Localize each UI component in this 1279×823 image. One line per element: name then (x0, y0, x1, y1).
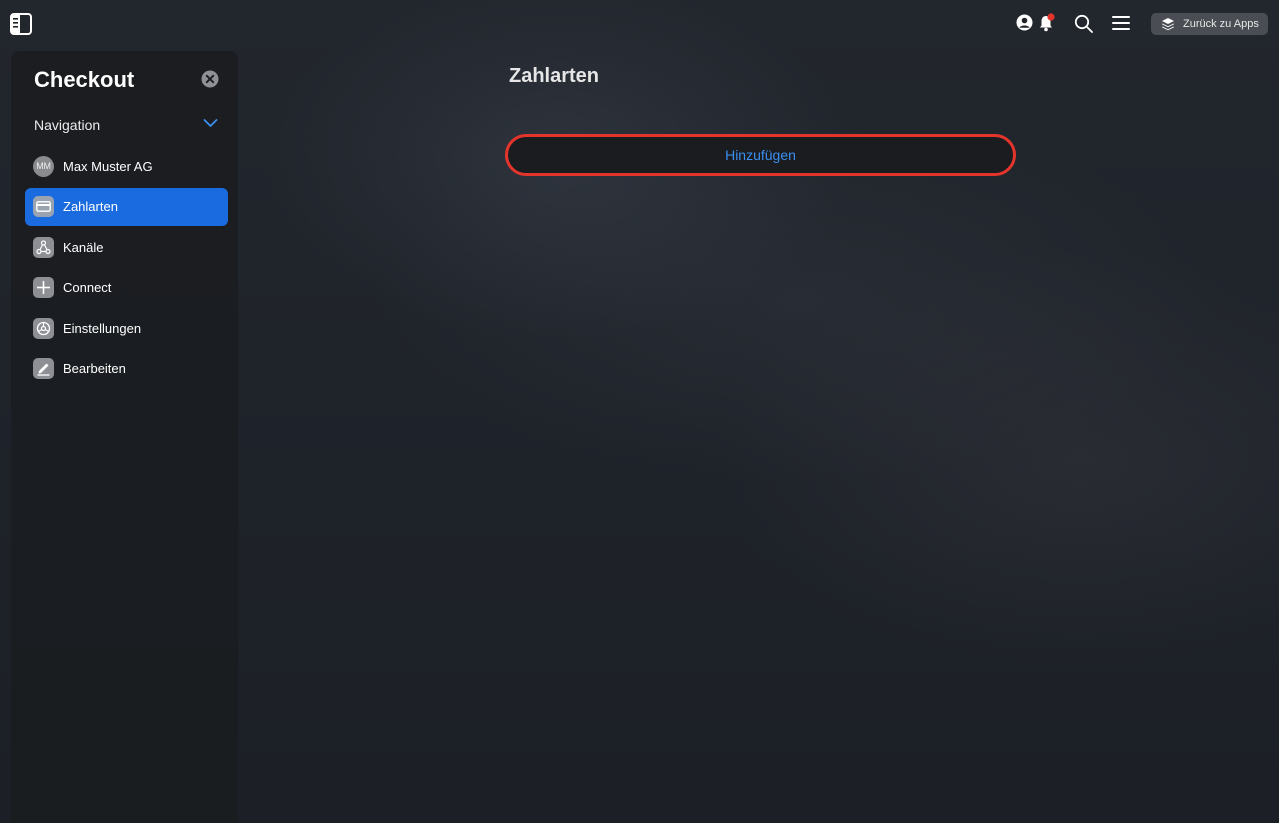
sidebar-item-bearbeiten[interactable]: Bearbeiten (25, 350, 228, 388)
sidebar: Checkout Navigation MM Max Muster AG Zah… (11, 51, 238, 823)
edit-icon (33, 358, 54, 379)
sidebar-item-label: Max Muster AG (63, 158, 153, 174)
sidebar-item-einstellungen[interactable]: Einstellungen (25, 309, 228, 347)
settings-icon (33, 317, 54, 339)
sidebar-item-max-muster-ag[interactable]: MM Max Muster AG (25, 147, 228, 185)
layers-icon (1162, 18, 1174, 31)
add-button-label: Hinzufügen (725, 147, 796, 163)
sidebar-item-label: Connect (63, 280, 112, 295)
sidebar-item-kanaele[interactable]: Kanäle (25, 228, 228, 266)
back-to-apps-button[interactable]: Zurück zu Apps (1151, 13, 1268, 35)
bell-icon[interactable] (1038, 13, 1056, 33)
chevron-down-icon[interactable] (203, 118, 218, 128)
credit-card-icon (33, 196, 54, 217)
sidebar-item-connect[interactable]: Connect (25, 269, 228, 307)
hamburger-menu-icon[interactable] (1112, 15, 1130, 31)
plus-icon (33, 277, 54, 298)
sidebar-toggle-icon[interactable] (10, 13, 32, 35)
close-icon[interactable] (201, 70, 219, 88)
page-title: Zahlarten (509, 65, 600, 87)
notification-dot (1047, 13, 1055, 21)
add-button[interactable]: Hinzufügen (505, 134, 1016, 176)
sidebar-item-label: Kanäle (63, 239, 104, 255)
back-to-apps-label: Zurück zu Apps (1183, 18, 1259, 30)
channels-icon (33, 236, 54, 258)
sidebar-item-zahlarten[interactable]: Zahlarten (25, 187, 228, 226)
top-bar: Zurück zu Apps (0, 0, 1279, 48)
sidebar-item-label: Zahlarten (63, 199, 118, 214)
sidebar-item-label: Bearbeiten (63, 361, 126, 376)
avatar: MM (33, 155, 54, 177)
sidebar-item-label: Einstellungen (63, 320, 142, 336)
sidebar-title: Checkout (34, 67, 135, 92)
sidebar-nav-list: MM Max Muster AG Zahlarten Kanäle Connec… (25, 147, 228, 390)
search-icon[interactable] (1074, 14, 1093, 33)
user-icon[interactable] (1016, 14, 1033, 31)
navigation-header[interactable]: Navigation (34, 117, 100, 133)
